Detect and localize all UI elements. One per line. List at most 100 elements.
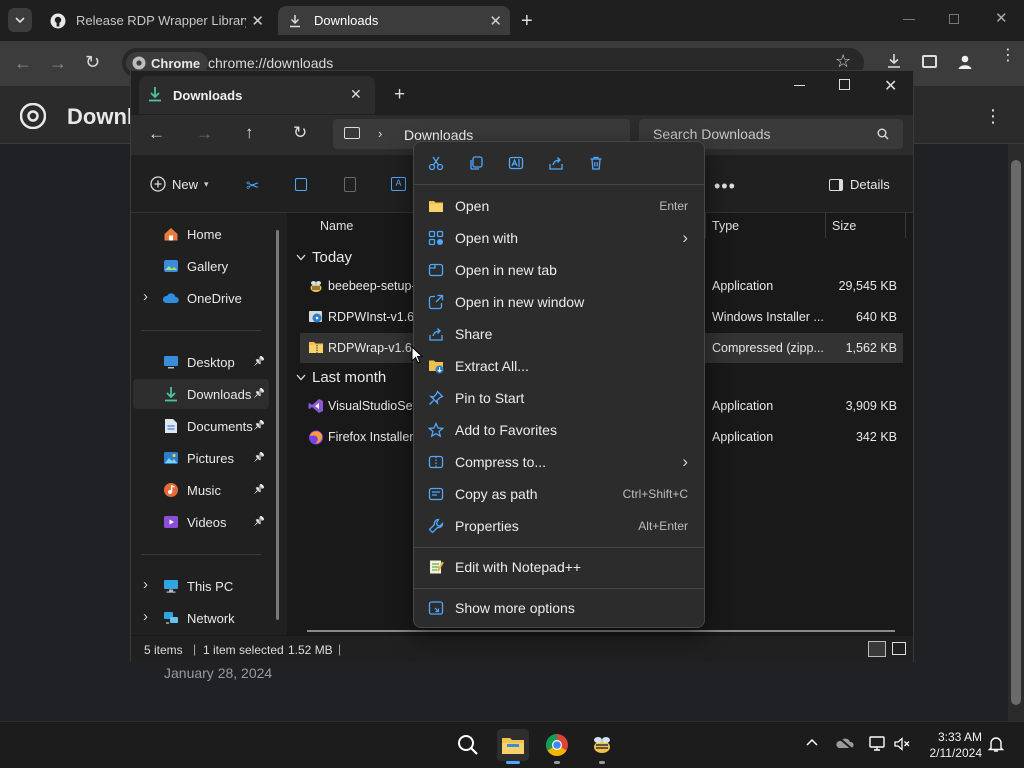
group-header[interactable]: Today bbox=[296, 246, 352, 268]
up-icon[interactable]: ↑ bbox=[245, 123, 254, 143]
home-icon bbox=[163, 226, 179, 242]
rename-icon[interactable]: A bbox=[391, 177, 406, 191]
close-tab-icon[interactable]: ✕ bbox=[489, 12, 502, 30]
beebeep-taskbar-icon[interactable] bbox=[586, 729, 618, 761]
nav-item-downloads[interactable]: Downloads 📌 bbox=[133, 379, 269, 409]
new-tab-button[interactable]: + bbox=[521, 10, 533, 33]
details-button[interactable]: Details bbox=[829, 177, 890, 192]
menu-item-open-in-new-window[interactable]: Open in new window bbox=[420, 286, 698, 318]
nav-item-gallery[interactable]: Gallery bbox=[133, 251, 269, 281]
network-icon[interactable] bbox=[869, 736, 887, 752]
menu-item-open-with[interactable]: Open with › bbox=[420, 222, 698, 254]
cut-icon[interactable]: ✂ bbox=[246, 176, 259, 196]
forward-icon[interactable]: → bbox=[49, 53, 67, 74]
page-menu-icon[interactable]: ⋮ bbox=[984, 106, 1002, 127]
new-button[interactable]: New ▾ bbox=[150, 176, 209, 192]
nav-item-onedrive[interactable]: › OneDrive bbox=[133, 283, 269, 313]
more-options-icon[interactable]: ••• bbox=[714, 176, 736, 197]
expand-chevron-icon[interactable]: › bbox=[143, 288, 148, 305]
search-placeholder: Search Downloads bbox=[653, 126, 771, 142]
restore-icon[interactable] bbox=[949, 14, 959, 24]
menu-item-open[interactable]: Open Enter bbox=[420, 190, 698, 222]
column-header-type[interactable]: Type bbox=[712, 219, 739, 233]
show-hidden-icons-icon[interactable] bbox=[806, 738, 818, 746]
onedrive-offline-icon[interactable] bbox=[836, 736, 854, 750]
delete-icon[interactable] bbox=[584, 152, 608, 174]
nav-item-desktop[interactable]: Desktop 📌 bbox=[133, 347, 269, 377]
wrench-icon bbox=[427, 517, 445, 535]
group-label: Last month bbox=[312, 368, 387, 386]
open-app-indicator bbox=[554, 761, 560, 764]
menu-item-extract-all[interactable]: Extract All... bbox=[420, 350, 698, 382]
clock-date[interactable]: 2/11/2024 bbox=[922, 746, 983, 760]
tab-search-button[interactable] bbox=[8, 8, 32, 32]
bookmark-star-icon[interactable]: ☆ bbox=[835, 51, 851, 72]
file-type: Windows Installer ... bbox=[712, 310, 824, 324]
forward-icon[interactable]: → bbox=[196, 124, 213, 144]
close-tab-icon[interactable]: ✕ bbox=[251, 12, 264, 30]
mouse-cursor-icon bbox=[411, 346, 423, 364]
details-view-icon[interactable] bbox=[868, 641, 886, 657]
clock-time[interactable]: 3:33 AM bbox=[930, 730, 982, 744]
maximize-icon[interactable] bbox=[839, 79, 850, 90]
nav-item-home[interactable]: Home bbox=[133, 219, 269, 249]
chrome-tab-downloads[interactable]: Downloads ✕ bbox=[278, 6, 510, 35]
chrome-taskbar-icon[interactable] bbox=[541, 729, 573, 761]
group-header[interactable]: Last month bbox=[296, 366, 386, 388]
copy-icon[interactable] bbox=[295, 178, 307, 191]
menu-item-copy-as-path[interactable]: Copy as path Ctrl+Shift+C bbox=[420, 478, 698, 510]
downloads-toolbar-icon[interactable] bbox=[886, 53, 902, 69]
edit-with-notepadpp-item[interactable]: Edit with Notepad++ bbox=[420, 551, 698, 583]
cut-icon[interactable] bbox=[424, 152, 448, 174]
rename-icon[interactable] bbox=[504, 152, 528, 174]
reload-icon[interactable]: ↻ bbox=[85, 52, 100, 73]
side-panel-icon[interactable] bbox=[922, 55, 937, 68]
tiles-view-icon[interactable] bbox=[892, 642, 906, 655]
back-icon[interactable]: ← bbox=[148, 124, 165, 144]
chrome-tab-github[interactable]: Release RDP Wrapper Library v… ✕ bbox=[40, 6, 272, 35]
horizontal-scrollbar[interactable] bbox=[307, 630, 895, 632]
videos-icon bbox=[163, 514, 179, 530]
column-header-name[interactable]: Name bbox=[320, 219, 353, 233]
nav-item-label: Home bbox=[187, 226, 222, 242]
scrollbar-thumb[interactable] bbox=[1011, 160, 1021, 705]
menu-item-pin-to-start[interactable]: Pin to Start bbox=[420, 382, 698, 414]
close-window-icon[interactable]: ✕ bbox=[884, 76, 897, 96]
paste-icon[interactable] bbox=[344, 177, 356, 192]
close-tab-icon[interactable]: ✕ bbox=[350, 86, 362, 103]
menu-item-share[interactable]: Share bbox=[420, 318, 698, 350]
menu-item-compress-to[interactable]: Compress to... › bbox=[420, 446, 698, 478]
notification-bell-icon[interactable] bbox=[988, 735, 1004, 753]
new-tab-button[interactable]: + bbox=[394, 84, 405, 106]
copy-icon[interactable] bbox=[464, 152, 488, 174]
nav-scrollbar[interactable] bbox=[276, 230, 279, 620]
chrome-menu-icon[interactable]: ⋮ bbox=[1000, 48, 1016, 64]
volume-muted-icon[interactable] bbox=[894, 737, 910, 751]
nav-item-network[interactable]: › Network bbox=[133, 603, 269, 633]
minimize-icon[interactable] bbox=[794, 85, 805, 86]
new-tab-icon bbox=[427, 261, 445, 279]
file-explorer-taskbar-icon[interactable] bbox=[497, 729, 529, 761]
menu-item-open-in-new-tab[interactable]: Open in new tab bbox=[420, 254, 698, 286]
share-icon[interactable] bbox=[544, 152, 568, 174]
expand-chevron-icon[interactable]: › bbox=[143, 608, 148, 625]
show-more-options-item[interactable]: Show more options bbox=[420, 592, 698, 624]
item-count: 5 items bbox=[144, 643, 183, 657]
nav-item-this-pc[interactable]: › This PC bbox=[133, 571, 269, 601]
active-app-indicator bbox=[506, 761, 520, 764]
minimize-icon[interactable] bbox=[903, 19, 915, 20]
column-header-size[interactable]: Size bbox=[832, 219, 856, 233]
nav-item-videos[interactable]: Videos 📌 bbox=[133, 507, 269, 537]
menu-item-properties[interactable]: Properties Alt+Enter bbox=[420, 510, 698, 542]
expand-chevron-icon[interactable]: › bbox=[143, 576, 148, 593]
menu-item-add-to-favorites[interactable]: Add to Favorites bbox=[420, 414, 698, 446]
nav-item-music[interactable]: Music 📌 bbox=[133, 475, 269, 505]
nav-item-pictures[interactable]: Pictures 📌 bbox=[133, 443, 269, 473]
profile-avatar-icon[interactable] bbox=[957, 54, 973, 70]
refresh-icon[interactable]: ↻ bbox=[293, 123, 307, 143]
search-icon[interactable] bbox=[452, 729, 484, 761]
close-window-icon[interactable]: ✕ bbox=[995, 9, 1008, 27]
menu-item-label: Open with bbox=[455, 230, 519, 246]
back-icon[interactable]: ← bbox=[14, 53, 32, 74]
nav-item-documents[interactable]: Documents 📌 bbox=[133, 411, 269, 441]
